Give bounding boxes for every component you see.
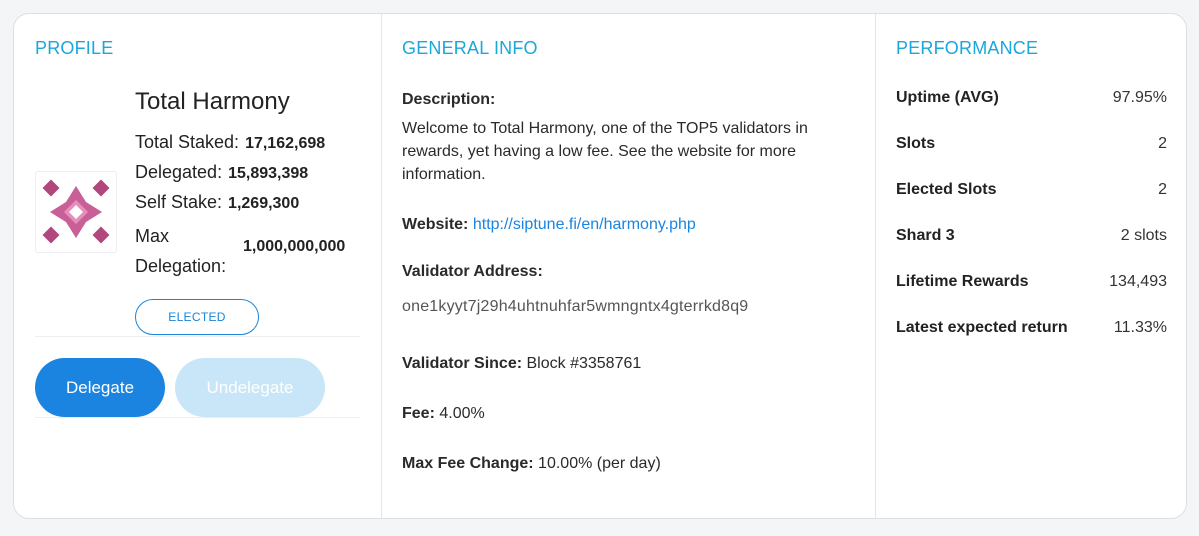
validator-address-label: Validator Address: xyxy=(402,263,543,280)
description-text: Welcome to Total Harmony, one of the TOP… xyxy=(402,120,808,183)
perf-label: Slots xyxy=(896,135,936,152)
profile-divider-bottom xyxy=(35,417,360,418)
self-stake-stat: Self Stake: 1,269,300 xyxy=(135,192,299,213)
perf-label: Elected Slots xyxy=(896,181,997,198)
validator-since-label: Validator Since: xyxy=(402,355,523,372)
description-label: Description: xyxy=(402,91,496,108)
perf-row-uptime: Uptime (AVG) 97.95% xyxy=(896,89,1167,107)
website-row: Website: http://siptune.fi/en/harmony.ph… xyxy=(402,216,696,234)
perf-value: 2 xyxy=(1158,181,1167,198)
perf-value: 11.33% xyxy=(1113,319,1167,336)
validator-logo xyxy=(35,171,117,253)
self-stake-value: 1,269,300 xyxy=(228,195,300,212)
general-info-column: GENERAL INFO Description: Welcome to Tot… xyxy=(381,14,876,518)
fee-row: Fee: 4.00% xyxy=(402,405,485,423)
total-staked-label: Total Staked: xyxy=(135,132,240,152)
delegated-label: Delegated: xyxy=(135,162,223,182)
undelegate-button[interactable]: Undelegate xyxy=(175,358,325,417)
perf-value: 134,493 xyxy=(1109,273,1167,290)
validator-since-value: Block #3358761 xyxy=(526,355,642,372)
general-info-section-title: GENERAL INFO xyxy=(402,38,538,58)
validator-address: one1kyyt7j29h4uhtnuhfar5wmngntx4gterrkd8… xyxy=(402,298,749,315)
perf-row-shard: Shard 3 2 slots xyxy=(896,227,1167,245)
fee-label: Fee: xyxy=(402,405,435,422)
fee-value: 4.00% xyxy=(439,405,485,422)
perf-row-elected-slots: Elected Slots 2 xyxy=(896,181,1167,199)
status-badge: ELECTED xyxy=(135,299,259,335)
profile-column: PROFILE Total Harmony Total Staked: 17,16… xyxy=(14,14,381,518)
delegated-stat: Delegated: 15,893,398 xyxy=(135,162,308,183)
website-link[interactable]: http://siptune.fi/en/harmony.php xyxy=(473,216,696,233)
validator-card: PROFILE Total Harmony Total Staked: 17,16… xyxy=(13,13,1187,519)
validator-logo-icon xyxy=(42,179,110,244)
max-fee-change-label: Max Fee Change: xyxy=(402,455,534,472)
max-delegation-value: 1,000,000,000 xyxy=(243,238,346,255)
validator-name: Total Harmony xyxy=(135,88,290,115)
total-staked-value: 17,162,698 xyxy=(245,135,326,152)
delegated-value: 15,893,398 xyxy=(228,165,309,182)
perf-value: 2 xyxy=(1158,135,1167,152)
validator-since-row: Validator Since: Block #3358761 xyxy=(402,355,641,373)
max-fee-change-row: Max Fee Change: 10.00% (per day) xyxy=(402,455,661,473)
self-stake-label: Self Stake: xyxy=(135,192,223,212)
perf-label: Latest expected return xyxy=(896,319,1068,336)
perf-label: Uptime (AVG) xyxy=(896,89,999,106)
perf-value: 2 slots xyxy=(1120,227,1167,244)
perf-value: 97.95% xyxy=(1112,89,1167,106)
perf-row-lifetime-rewards: Lifetime Rewards 134,493 xyxy=(896,273,1167,291)
max-delegation-label: Max Delegation: xyxy=(135,226,227,276)
perf-label: Shard 3 xyxy=(896,227,955,244)
website-label: Website: xyxy=(402,216,469,233)
delegate-button[interactable]: Delegate xyxy=(35,358,165,417)
total-staked-stat: Total Staked: 17,162,698 xyxy=(135,132,325,153)
perf-row-expected-return: Latest expected return 11.33% xyxy=(896,319,1167,337)
max-fee-change-value: 10.00% (per day) xyxy=(538,455,661,472)
performance-section-title: PERFORMANCE xyxy=(896,38,1039,58)
perf-label: Lifetime Rewards xyxy=(896,273,1029,290)
profile-section-title: PROFILE xyxy=(35,38,114,58)
perf-row-slots: Slots 2 xyxy=(896,135,1167,153)
performance-column: PERFORMANCE Uptime (AVG) 97.95% Slots 2 … xyxy=(875,14,1187,518)
profile-divider-top xyxy=(35,336,360,337)
